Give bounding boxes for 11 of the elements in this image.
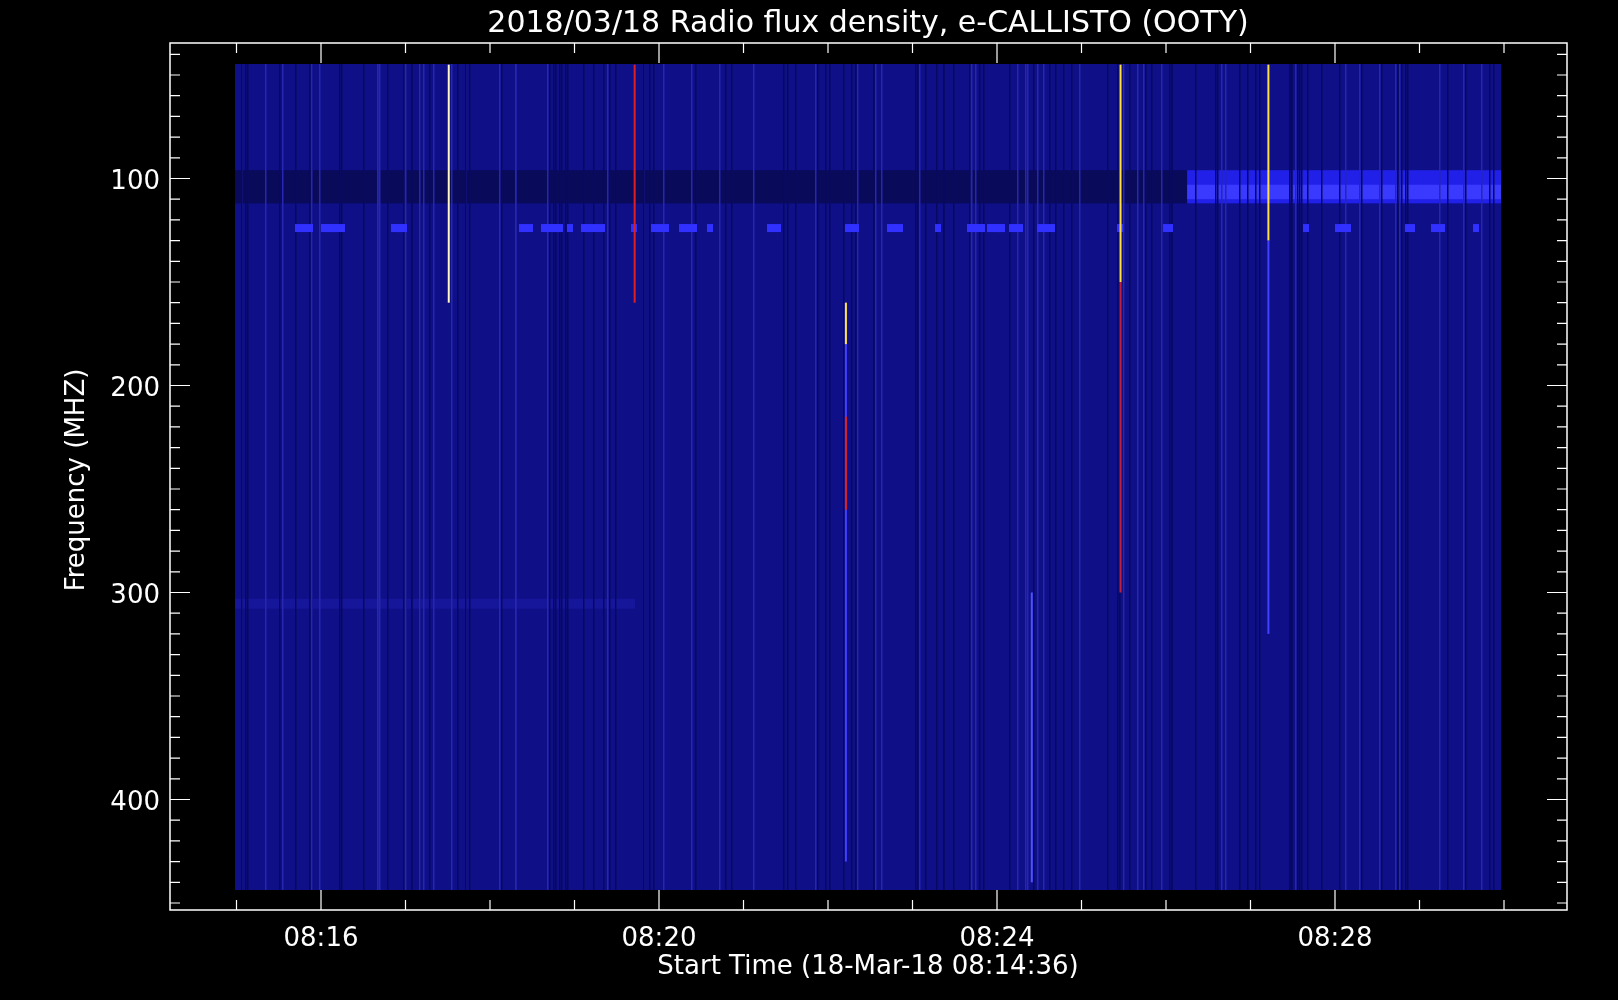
x-tick-label: 08:24 [959, 922, 1035, 952]
y-axis-label: Frequency (MHZ) [60, 368, 90, 592]
y-tick-label: 100 [110, 164, 160, 195]
x-tick-label: 08:20 [621, 922, 697, 952]
x-axis-label: Start Time (18-Mar-18 08:14:36) [657, 950, 1079, 980]
y-tick-label: 400 [110, 785, 160, 816]
x-tick-label: 08:16 [283, 922, 359, 952]
x-tick-label: 08:28 [1297, 922, 1373, 952]
y-tick-label: 200 [110, 371, 160, 402]
y-tick-label: 300 [110, 578, 160, 609]
chart-title: 2018/03/18 Radio flux density, e-CALLISTO (OOTY) [487, 4, 1249, 39]
